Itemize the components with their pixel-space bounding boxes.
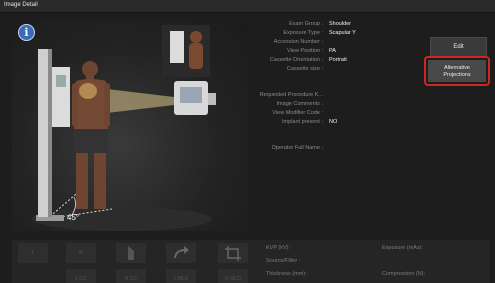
field-label: Cassette size : xyxy=(286,66,323,72)
field-accession-number: Accession Number : xyxy=(250,39,420,48)
field-value: PA xyxy=(329,48,336,54)
field-image-comments: Image Comments : xyxy=(250,101,420,110)
projection-button-l-mlo[interactable]: L MLO xyxy=(166,269,196,283)
title-bar: Image Detail xyxy=(0,0,495,13)
projection-button-r[interactable]: R xyxy=(66,243,96,263)
field-implant-present: Implant present : NO xyxy=(250,119,420,128)
compression-label: Compression (N): xyxy=(382,271,426,277)
field-cassette-orientation: Cassette Orientation : Portrait xyxy=(250,57,420,66)
field-requested-procedure: Requested Procedure K... xyxy=(250,92,420,101)
field-label: View Position : xyxy=(287,48,323,54)
field-label: Image Comments : xyxy=(276,101,323,107)
flip-icon xyxy=(128,246,134,260)
thickness-label: Thickness (mm): xyxy=(266,271,307,277)
positioning-illustration: i 45° xyxy=(12,19,248,231)
info-icon[interactable]: i xyxy=(18,24,35,41)
field-value: Portrait xyxy=(329,57,347,63)
exposure-label: Exposure (mAs): xyxy=(382,245,423,251)
angle-label: 45° xyxy=(67,213,80,222)
field-label: Accession Number : xyxy=(273,39,323,45)
field-operator-full-name: Operator Full Name : xyxy=(250,145,420,154)
field-exam-group: Exam Group : Shoulder xyxy=(250,21,420,30)
edit-button[interactable]: Edit xyxy=(430,37,487,57)
rotate-projection-button[interactable] xyxy=(166,243,196,263)
field-view-modifier-code: View Modifier Code : xyxy=(250,110,420,119)
window-title: Image Detail xyxy=(4,2,38,8)
source-filter-label: Source/Filter : xyxy=(266,258,301,264)
field-label: Cassette Orientation : xyxy=(269,57,323,63)
field-exposure-type: Exposure Type : Scapular Y xyxy=(250,30,420,39)
alternative-projections-label-1: Alternative xyxy=(444,65,470,71)
xray-scene-graphic xyxy=(32,25,216,231)
projection-toolbar: L R L CC R CC L MLO R MLO KVP (kV): Sour… xyxy=(12,240,490,283)
field-value: Scapular Y xyxy=(329,30,356,36)
field-value: NO xyxy=(329,119,338,125)
crop-projection-button[interactable] xyxy=(218,243,248,263)
field-label: Implant present : xyxy=(282,119,323,125)
projection-button-r-mlo[interactable]: R MLO xyxy=(218,269,248,283)
field-value: Shoulder xyxy=(329,21,352,27)
alternative-projections-label-2: Projections xyxy=(443,72,471,78)
kvp-label: KVP (kV): xyxy=(266,245,291,251)
field-view-position: View Position : PA xyxy=(250,48,420,57)
field-label: Exposure Type : xyxy=(283,30,323,36)
field-label: Exam Group : xyxy=(289,21,323,27)
image-detail-panel: i 45° Exam Group : Shoulder Exposure Typ… xyxy=(0,13,495,283)
field-label: Operator Full Name : xyxy=(271,145,323,151)
field-label: View Modifier Code : xyxy=(272,110,323,116)
projection-button-l[interactable]: L xyxy=(18,243,48,263)
crop-icon xyxy=(225,246,241,261)
field-cassette-size: Cassette size : xyxy=(250,66,420,75)
field-label: Requested Procedure K... xyxy=(259,92,323,98)
alternative-projections-button[interactable]: Alternative Projections xyxy=(428,60,486,82)
flip-projection-button[interactable] xyxy=(116,243,146,263)
projection-button-r-cc[interactable]: R CC xyxy=(116,269,146,283)
projection-button-l-cc[interactable]: L CC xyxy=(66,269,96,283)
rotate-icon xyxy=(174,246,189,259)
